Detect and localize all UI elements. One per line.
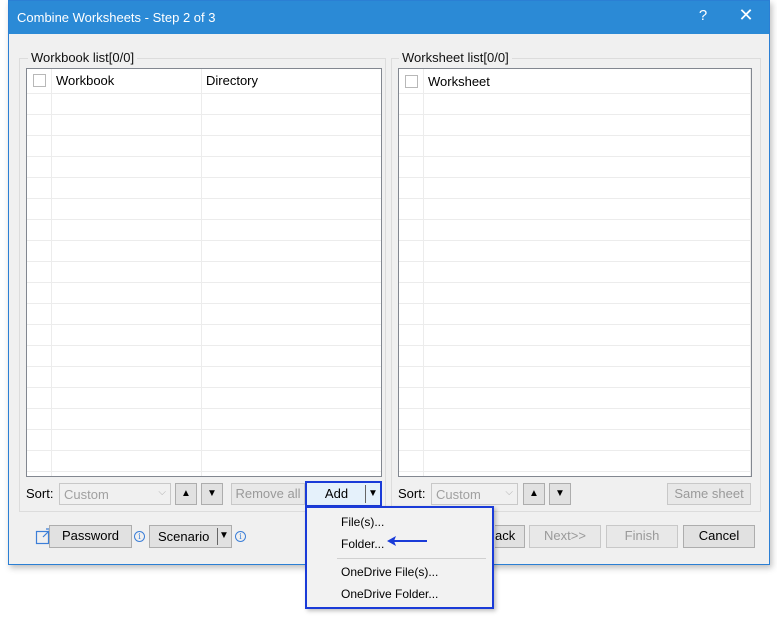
grid-row-line: [27, 240, 381, 241]
grid-row-line: [27, 114, 381, 115]
grid-row-line: [399, 114, 751, 115]
grid-row-line: [27, 156, 381, 157]
same-sheet-button[interactable]: Same sheet: [667, 483, 751, 505]
workbook-list-label: Workbook list[0/0]: [28, 50, 138, 65]
info-icon[interactable]: i: [134, 531, 145, 542]
dropdown-split-divider: [217, 528, 218, 545]
chevron-down-icon: ⌵: [158, 487, 166, 498]
close-icon[interactable]: ✕: [735, 5, 757, 26]
dropdown-arrow-icon[interactable]: ▼: [219, 526, 229, 546]
grid-row-line: [399, 366, 751, 367]
menu-item-onedrive-files[interactable]: OneDrive File(s)...: [341, 565, 438, 579]
grid-row-line: [399, 93, 751, 94]
grid-row-line: [27, 303, 381, 304]
grid-row-line: [27, 93, 381, 94]
grid-row-line: [27, 198, 381, 199]
worksheet-list[interactable]: Worksheet: [398, 68, 752, 477]
grid-row-line: [27, 324, 381, 325]
column-header-workbook[interactable]: Workbook: [56, 73, 114, 88]
move-down-button[interactable]: ▼: [201, 483, 223, 505]
column-header-directory[interactable]: Directory: [206, 73, 258, 88]
workbook-sort-value: Custom: [64, 487, 109, 502]
grid-row-line: [399, 450, 751, 451]
grid-row-line: [27, 387, 381, 388]
select-all-workbooks-checkbox[interactable]: [33, 74, 46, 87]
grid-row-line: [27, 408, 381, 409]
finish-button[interactable]: Finish: [606, 525, 678, 548]
column-header-worksheet[interactable]: Worksheet: [428, 74, 490, 89]
grid-row-line: [27, 219, 381, 220]
grid-row-line: [27, 177, 381, 178]
worksheet-sort-value: Custom: [436, 487, 481, 502]
workbook-sort-label: Sort:: [26, 486, 54, 501]
arrow-down-icon: ▼: [207, 488, 217, 499]
column-divider: [423, 69, 424, 476]
select-all-worksheets-checkbox[interactable]: [405, 75, 418, 88]
arrow-down-icon: ▼: [555, 488, 565, 499]
workbook-sort-select[interactable]: Custom ⌵: [59, 483, 171, 505]
worksheet-sort-label: Sort:: [398, 486, 426, 501]
grid-row-line: [399, 198, 751, 199]
add-split-button[interactable]: Add ▼: [305, 481, 382, 507]
info-icon[interactable]: i: [235, 531, 246, 542]
grid-row-line: [399, 282, 751, 283]
grid-row-line: [399, 177, 751, 178]
arrow-up-icon: ▲: [529, 488, 539, 499]
workbook-list[interactable]: Workbook Directory: [26, 68, 382, 477]
move-up-button[interactable]: ▲: [175, 483, 197, 505]
grid-row-line: [399, 345, 751, 346]
grid-row-line: [27, 345, 381, 346]
worksheet-sort-select[interactable]: Custom ⌵: [431, 483, 518, 505]
password-button[interactable]: Password: [49, 525, 132, 548]
scenario-button[interactable]: Scenario ▼: [149, 525, 232, 548]
grid-row-line: [399, 240, 751, 241]
arrow-up-icon: ▲: [181, 488, 191, 499]
title-bar: Combine Worksheets - Step 2 of 3 ? ✕: [9, 1, 769, 34]
grid-row-line: [27, 429, 381, 430]
help-icon[interactable]: ?: [693, 7, 713, 24]
menu-item-files[interactable]: File(s)...: [341, 515, 384, 529]
next-button[interactable]: Next>>: [529, 525, 601, 548]
column-divider: [201, 69, 202, 476]
grid-row-line: [27, 261, 381, 262]
add-split-divider: [365, 485, 366, 503]
grid-row-line: [27, 135, 381, 136]
worksheet-list-label: Worksheet list[0/0]: [399, 50, 512, 65]
grid-row-line: [399, 261, 751, 262]
chevron-down-icon: ⌵: [505, 487, 513, 498]
remove-all-button[interactable]: Remove all: [231, 483, 305, 505]
window-title: Combine Worksheets - Step 2 of 3: [17, 10, 216, 25]
menu-item-folder[interactable]: Folder...: [341, 537, 384, 551]
dropdown-arrow-icon[interactable]: ▼: [367, 485, 379, 503]
grid-row-line: [399, 429, 751, 430]
move-down-button[interactable]: ▼: [549, 483, 571, 505]
menu-item-onedrive-folder[interactable]: OneDrive Folder...: [341, 587, 438, 601]
grid-row-line: [399, 471, 751, 472]
grid-row-line: [27, 282, 381, 283]
grid-row-line: [399, 324, 751, 325]
grid-row-line: [399, 156, 751, 157]
menu-separator: [337, 558, 486, 559]
grid-row-line: [399, 408, 751, 409]
workbook-list-header: Workbook Directory: [27, 69, 381, 93]
worksheet-list-header: Worksheet: [399, 69, 751, 93]
grid-row-line: [399, 387, 751, 388]
cancel-button[interactable]: Cancel: [683, 525, 755, 548]
grid-row-line: [27, 450, 381, 451]
grid-row-line: [399, 219, 751, 220]
scenario-label: Scenario: [158, 529, 210, 544]
grid-row-line: [399, 135, 751, 136]
add-button[interactable]: Add: [309, 485, 364, 503]
column-divider: [51, 69, 52, 476]
add-dropdown-menu: File(s)... Folder... OneDrive File(s)...…: [305, 506, 494, 609]
grid-row-line: [399, 303, 751, 304]
back-label: ack: [495, 528, 516, 543]
combine-worksheets-dialog: Combine Worksheets - Step 2 of 3 ? ✕ Wor…: [8, 0, 770, 565]
move-up-button[interactable]: ▲: [523, 483, 545, 505]
grid-row-line: [27, 471, 381, 472]
column-divider: [750, 69, 751, 476]
grid-row-line: [27, 366, 381, 367]
back-button[interactable]: ack: [495, 525, 525, 548]
pointer-arrow-icon: [387, 536, 427, 546]
